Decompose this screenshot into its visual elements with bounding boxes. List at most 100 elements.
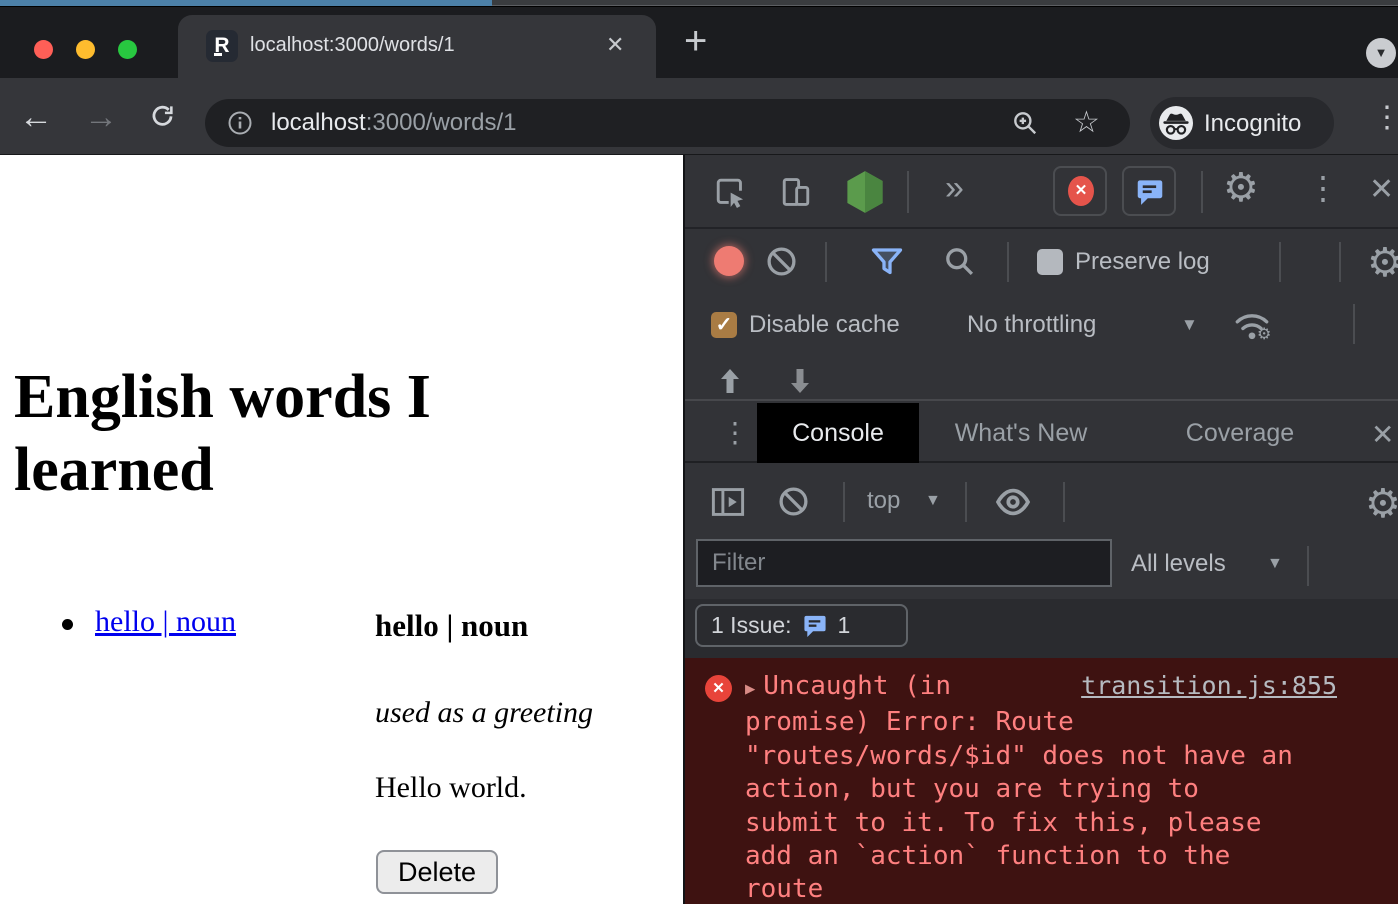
search-icon[interactable] bbox=[943, 245, 976, 278]
devtools-panel: » ✕ ⚙ ⋮ ✕ bbox=[683, 155, 1398, 904]
har-row bbox=[685, 357, 1398, 401]
issue-message-icon bbox=[802, 613, 828, 638]
network-conditions-icon[interactable]: ⚙ bbox=[1231, 306, 1273, 346]
record-network-icon[interactable] bbox=[714, 246, 744, 276]
preserve-log-checkbox[interactable] bbox=[1037, 249, 1063, 275]
disable-cache-checkbox[interactable]: ✓ bbox=[711, 312, 737, 338]
web-page: English words I learned hello | noun hel… bbox=[0, 155, 683, 904]
filter-funnel-icon[interactable] bbox=[869, 244, 905, 280]
issues-label: 1 Issue: bbox=[711, 612, 792, 639]
throttling-dropdown-icon[interactable]: ▼ bbox=[1181, 315, 1198, 335]
drawer-tab-bar: ⋮ Console What's New Coverage ✕ bbox=[685, 403, 1398, 463]
error-line: submit to it. To fix this, please bbox=[745, 807, 1337, 840]
inspect-element-icon[interactable] bbox=[713, 175, 747, 209]
new-tab-button[interactable]: + bbox=[684, 19, 707, 64]
url-text: localhost:3000/words/1 bbox=[271, 109, 517, 137]
error-line: promise) Error: Route bbox=[745, 706, 1337, 739]
drawer-close-icon[interactable]: ✕ bbox=[1371, 418, 1394, 451]
site-info-icon[interactable] bbox=[227, 110, 253, 136]
tab-whats-new[interactable]: What's New bbox=[933, 403, 1109, 463]
levels-dropdown-icon[interactable]: ▼ bbox=[1267, 555, 1283, 573]
incognito-badge[interactable]: Incognito bbox=[1150, 97, 1334, 149]
tab-strip: R localhost:3000/words/1 ✕ + ▼ bbox=[0, 7, 1398, 78]
device-toolbar-icon[interactable] bbox=[779, 175, 813, 209]
error-line: add an `action` function to the bbox=[745, 840, 1337, 873]
drawer-menu-icon[interactable]: ⋮ bbox=[721, 416, 749, 449]
remix-favicon-icon: R bbox=[206, 30, 238, 62]
tab-coverage[interactable]: Coverage bbox=[1163, 403, 1317, 463]
word-title: hello | noun bbox=[375, 608, 528, 644]
devtools-close-icon[interactable]: ✕ bbox=[1369, 172, 1394, 207]
incognito-label: Incognito bbox=[1204, 110, 1301, 138]
address-bar[interactable]: localhost:3000/words/1 ☆ bbox=[205, 99, 1130, 147]
screen: R localhost:3000/words/1 ✕ + ▼ ← → local… bbox=[0, 0, 1398, 904]
issues-area: 1 Issue: 1 bbox=[685, 599, 1398, 658]
tab-search-button[interactable]: ▼ bbox=[1366, 38, 1396, 68]
word-example: Hello world. bbox=[375, 771, 527, 805]
favicon-letter: R bbox=[214, 34, 229, 57]
error-line: Uncaught (in bbox=[763, 671, 951, 701]
network-settings-icon[interactable]: ⚙ bbox=[1367, 240, 1398, 286]
error-line: "routes/words/$id" does not have an bbox=[745, 740, 1337, 773]
devtools-menu-icon[interactable]: ⋮ bbox=[1307, 169, 1339, 207]
clear-network-icon[interactable] bbox=[765, 245, 798, 278]
log-levels-select[interactable]: All levels bbox=[1131, 550, 1226, 578]
tab-title: localhost:3000/words/1 bbox=[250, 34, 455, 57]
bookmark-star-icon[interactable]: ☆ bbox=[1073, 105, 1100, 140]
issues-badge-button[interactable] bbox=[1122, 166, 1176, 216]
live-expression-icon[interactable] bbox=[993, 484, 1033, 520]
word-definition: used as a greeting bbox=[375, 696, 593, 730]
error-line: action, but you are trying to bbox=[745, 773, 1337, 806]
conditions-gear-icon: ⚙ bbox=[1257, 324, 1271, 343]
traffic-light-zoom[interactable] bbox=[118, 40, 137, 59]
console-sidebar-icon[interactable] bbox=[709, 483, 747, 521]
desktop-sliver bbox=[0, 0, 1398, 6]
network-options-row: ✓ Disable cache No throttling ▼ ⚙ bbox=[685, 293, 1398, 357]
error-badge-icon: ✕ bbox=[1068, 176, 1094, 206]
reload-button[interactable] bbox=[148, 103, 178, 133]
traffic-light-minimize[interactable] bbox=[76, 40, 95, 59]
list-bullet bbox=[62, 619, 73, 630]
url-path: :3000/words/1 bbox=[366, 109, 517, 136]
page-heading: English words I learned bbox=[14, 361, 554, 507]
tab-console[interactable]: Console bbox=[757, 403, 919, 463]
context-selector[interactable]: top bbox=[867, 487, 900, 515]
word-list-link[interactable]: hello | noun bbox=[95, 605, 236, 639]
incognito-icon bbox=[1159, 106, 1193, 140]
more-panels-icon[interactable]: » bbox=[945, 169, 964, 208]
back-button[interactable]: ← bbox=[19, 100, 53, 134]
error-line: route bbox=[745, 873, 1337, 904]
url-host: localhost bbox=[271, 109, 366, 136]
import-har-icon[interactable] bbox=[715, 365, 745, 399]
filter-input[interactable] bbox=[696, 539, 1112, 587]
browser-tab[interactable]: R localhost:3000/words/1 ✕ bbox=[178, 15, 656, 78]
tab-close-icon[interactable]: ✕ bbox=[606, 32, 624, 58]
throttling-select[interactable]: No throttling bbox=[967, 311, 1096, 339]
expand-triangle-icon[interactable]: ▶ bbox=[745, 679, 755, 699]
browser-menu-icon[interactable]: ⋮ bbox=[1372, 101, 1398, 135]
traffic-light-close[interactable] bbox=[34, 40, 53, 59]
console-settings-icon[interactable]: ⚙ bbox=[1365, 481, 1398, 527]
disable-cache-label: Disable cache bbox=[749, 311, 900, 339]
network-toolbar: Preserve log ⚙ bbox=[685, 231, 1398, 293]
zoom-icon[interactable] bbox=[1011, 109, 1039, 137]
context-dropdown-icon[interactable]: ▼ bbox=[925, 492, 941, 510]
issues-count: 1 bbox=[838, 612, 851, 639]
preserve-log-label: Preserve log bbox=[1075, 248, 1210, 276]
delete-button[interactable]: Delete bbox=[376, 850, 498, 894]
console-toolbar: top ▼ ⚙ bbox=[685, 465, 1398, 539]
devtools-main-toolbar: » ✕ ⚙ ⋮ ✕ bbox=[685, 155, 1398, 229]
error-message: ▶ Uncaught (in transition.js:855 promise)… bbox=[745, 669, 1337, 904]
node-icon[interactable] bbox=[843, 168, 887, 216]
console-error-entry: ✕ ▶ Uncaught (in transition.js:855 promis… bbox=[685, 658, 1398, 904]
export-har-icon[interactable] bbox=[785, 365, 815, 399]
error-icon: ✕ bbox=[705, 675, 732, 702]
clear-console-icon[interactable] bbox=[777, 485, 810, 518]
issues-button[interactable]: 1 Issue: 1 bbox=[695, 604, 908, 647]
error-source-link[interactable]: transition.js:855 bbox=[1081, 669, 1337, 702]
error-badge-button[interactable]: ✕ bbox=[1053, 166, 1107, 216]
browser-toolbar: ← → localhost:3000/words/1 ☆ bbox=[0, 78, 1398, 155]
forward-button[interactable]: → bbox=[84, 100, 118, 134]
desktop-sliver-blue bbox=[0, 0, 492, 6]
settings-icon[interactable]: ⚙ bbox=[1223, 165, 1259, 211]
